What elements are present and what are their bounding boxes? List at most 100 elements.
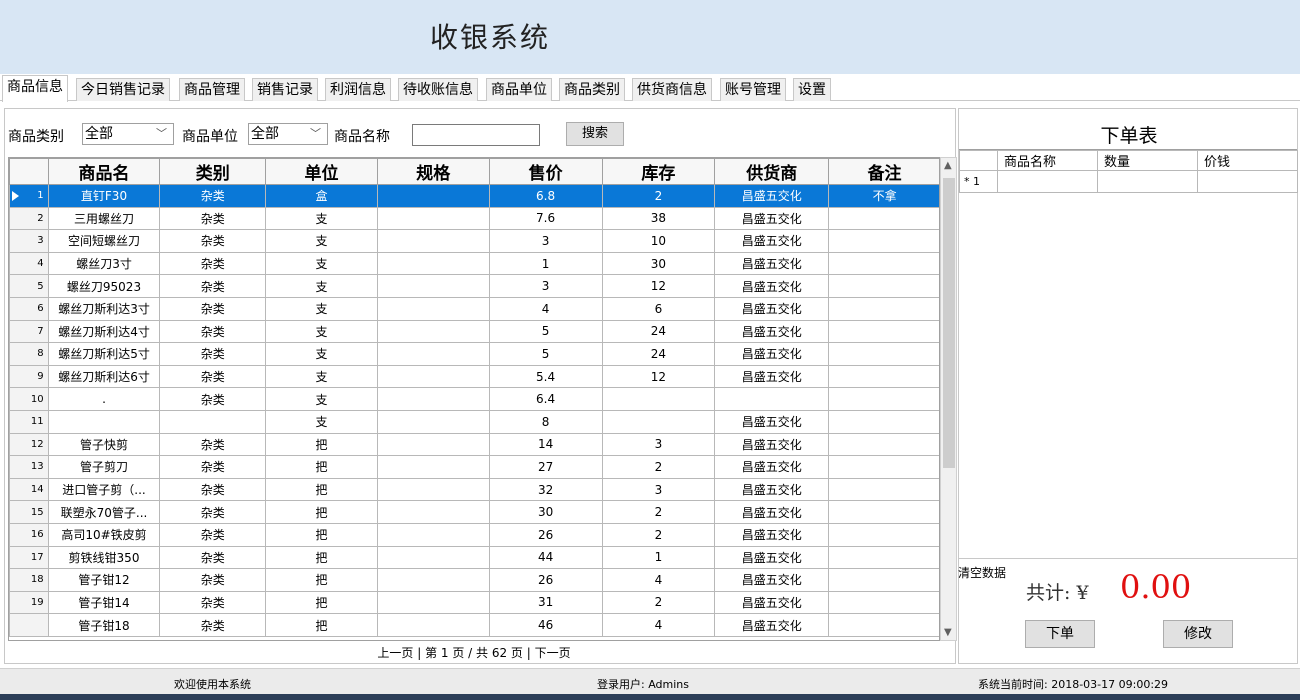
row-number[interactable]: 13 xyxy=(9,455,49,479)
tab-accounts[interactable]: 账号管理 xyxy=(720,78,786,101)
table-row[interactable]: 14 进口管子剪（... 杂类把 32 3 昌盛五交化 xyxy=(9,477,939,502)
cell-category: 杂类 xyxy=(159,477,267,502)
row-number[interactable]: 3 xyxy=(9,229,49,253)
cell-supplier: 昌盛五交化 xyxy=(714,319,830,344)
order-column-name[interactable]: 商品名称 xyxy=(997,150,1098,171)
table-row[interactable]: 8 螺丝刀斯利达5寸 杂类支 5 24 昌盛五交化 xyxy=(9,342,939,366)
tab-categories[interactable]: 商品类别 xyxy=(559,78,625,101)
table-row[interactable]: 13 管子剪刀 杂类把 27 2 昌盛五交化 xyxy=(9,455,939,479)
table-scrollbar[interactable]: ▲ ▼ xyxy=(940,157,957,641)
row-number[interactable]: 11 xyxy=(9,409,49,434)
tab-today-sales[interactable]: 今日销售记录 xyxy=(76,78,170,101)
scroll-up-icon[interactable]: ▲ xyxy=(944,160,952,171)
column-header-category[interactable]: 类别 xyxy=(159,158,267,185)
cell-note xyxy=(828,206,939,231)
welcome-text: 欢迎使用本系统 xyxy=(174,678,251,691)
clear-data-link[interactable]: 清空数据 xyxy=(958,564,1006,581)
order-cell-qty[interactable] xyxy=(1097,170,1198,193)
total-label: 共计: ¥ xyxy=(1026,582,1089,604)
edit-button[interactable]: 修改 xyxy=(1163,620,1233,648)
table-row[interactable]: 18 管子钳12 杂类把 26 4 昌盛五交化 xyxy=(9,568,939,592)
tab-receivables[interactable]: 待收账信息 xyxy=(398,78,478,101)
cell-category: 杂类 xyxy=(159,455,267,479)
pager[interactable]: 上一页 | 第 1 页 / 共 62 页 | 下一页 xyxy=(8,644,940,662)
row-number[interactable]: 4 xyxy=(9,251,49,276)
row-number[interactable]: 16 xyxy=(9,522,49,547)
order-table[interactable]: 商品名称 数量 价钱 * 1 xyxy=(959,149,1298,559)
tab-settings[interactable]: 设置 xyxy=(793,78,831,101)
order-new-row[interactable]: * 1 xyxy=(959,170,1298,193)
table-row[interactable]: 12 管子快剪 杂类把 14 3 昌盛五交化 xyxy=(9,432,939,457)
cell-supplier: 昌盛五交化 xyxy=(714,477,830,502)
cell-supplier: 昌盛五交化 xyxy=(714,274,830,298)
cell-category: 杂类 xyxy=(159,342,267,366)
row-number[interactable]: 7 xyxy=(9,319,49,344)
table-row[interactable]: 16 高司10#铁皮剪 杂类把 26 2 昌盛五交化 xyxy=(9,522,939,547)
order-cell-price[interactable] xyxy=(1197,170,1298,193)
order-column-qty[interactable]: 数量 xyxy=(1097,150,1198,171)
table-row[interactable]: 管子钳18 杂类把 46 4 昌盛五交化 xyxy=(9,613,939,637)
table-row[interactable]: 5 螺丝刀95023 杂类支 3 12 昌盛五交化 xyxy=(9,274,939,298)
system-time: 系统当前时间: 2018-03-17 09:00:29 xyxy=(978,678,1169,691)
name-search-input[interactable] xyxy=(412,124,540,146)
column-header-name[interactable]: 商品名 xyxy=(47,158,161,185)
cell-price: 14 xyxy=(488,432,603,457)
cell-category: 杂类 xyxy=(159,613,267,637)
product-table[interactable]: 商品名 类别 单位 规格 售价 库存 供货商 备注 1 直钉F30 杂类盒 6.8 2 昌… xyxy=(8,157,940,641)
row-number[interactable]: 1 xyxy=(9,184,49,208)
search-button[interactable]: 搜索 xyxy=(566,122,624,146)
unit-select[interactable]: 全部 ﹀ xyxy=(248,123,328,145)
column-header-supplier[interactable]: 供货商 xyxy=(714,158,830,185)
table-row[interactable]: 11 支 8 昌盛五交化 xyxy=(9,409,939,434)
row-number[interactable]: 12 xyxy=(9,432,49,457)
tab-suppliers[interactable]: 供货商信息 xyxy=(632,78,712,101)
table-row[interactable]: 9 螺丝刀斯利达6寸 杂类支 5.4 12 昌盛五交化 xyxy=(9,364,939,389)
column-header-stock[interactable]: 库存 xyxy=(601,158,716,185)
cell-spec xyxy=(376,206,490,231)
row-number[interactable]: 6 xyxy=(9,296,49,321)
tab-product-info[interactable]: 商品信息 xyxy=(2,75,68,102)
cell-supplier: 昌盛五交化 xyxy=(714,409,830,434)
tab-units[interactable]: 商品单位 xyxy=(486,78,552,101)
table-row[interactable]: 15 联塑永70管子... 杂类把 30 2 昌盛五交化 xyxy=(9,500,939,524)
cell-price: 31 xyxy=(488,590,603,615)
table-header-row: 商品名 类别 单位 规格 售价 库存 供货商 备注 xyxy=(9,158,939,185)
cell-note xyxy=(828,274,939,298)
column-header-price[interactable]: 售价 xyxy=(488,158,603,185)
column-header-unit[interactable]: 单位 xyxy=(265,158,378,185)
column-header-note[interactable]: 备注 xyxy=(828,158,939,185)
table-row[interactable]: 19 管子钳14 杂类把 31 2 昌盛五交化 xyxy=(9,590,939,615)
table-row[interactable]: 3 空间短螺丝刀 杂类支 3 10 昌盛五交化 xyxy=(9,229,939,253)
row-number[interactable]: 15 xyxy=(9,500,49,524)
table-row[interactable]: 1 直钉F30 杂类盒 6.8 2 昌盛五交化 不拿 xyxy=(9,184,939,208)
table-row[interactable]: 7 螺丝刀斯利达4寸 杂类支 5 24 昌盛五交化 xyxy=(9,319,939,344)
order-header-row: 商品名称 数量 价钱 xyxy=(959,150,1298,171)
row-number[interactable]: 5 xyxy=(9,274,49,298)
row-number[interactable]: 18 xyxy=(9,568,49,592)
row-number[interactable]: 9 xyxy=(9,364,49,389)
row-number[interactable]: 10 xyxy=(9,387,49,411)
tab-profit[interactable]: 利润信息 xyxy=(325,78,391,101)
order-column-price[interactable]: 价钱 xyxy=(1197,150,1298,171)
table-row[interactable]: 17 剪铁线钳350 杂类把 44 1 昌盛五交化 xyxy=(9,545,939,570)
row-number[interactable]: 2 xyxy=(9,206,49,231)
row-number[interactable]: 17 xyxy=(9,545,49,570)
order-cell-name[interactable] xyxy=(997,170,1098,193)
table-row[interactable]: 10. 杂类支 6.4 xyxy=(9,387,939,411)
tab-sales-record[interactable]: 销售记录 xyxy=(252,78,318,101)
scroll-down-icon[interactable]: ▼ xyxy=(944,627,952,638)
cell-name: 三用螺丝刀 xyxy=(47,206,161,231)
column-header-spec[interactable]: 规格 xyxy=(376,158,490,185)
row-number[interactable] xyxy=(9,613,49,637)
table-row[interactable]: 6 螺丝刀斯利达3寸 杂类支 4 6 昌盛五交化 xyxy=(9,296,939,321)
place-order-button[interactable]: 下单 xyxy=(1025,620,1095,648)
row-number[interactable]: 8 xyxy=(9,342,49,366)
category-select[interactable]: 全部 ﹀ xyxy=(82,123,174,145)
table-row[interactable]: 4 螺丝刀3寸 杂类支 1 30 昌盛五交化 xyxy=(9,251,939,276)
row-number[interactable]: 14 xyxy=(9,477,49,502)
scrollbar-thumb[interactable] xyxy=(943,178,955,468)
cell-unit: 把 xyxy=(265,432,378,457)
table-row[interactable]: 2 三用螺丝刀 杂类支 7.6 38 昌盛五交化 xyxy=(9,206,939,231)
row-number[interactable]: 19 xyxy=(9,590,49,615)
tab-product-manage[interactable]: 商品管理 xyxy=(179,78,245,101)
